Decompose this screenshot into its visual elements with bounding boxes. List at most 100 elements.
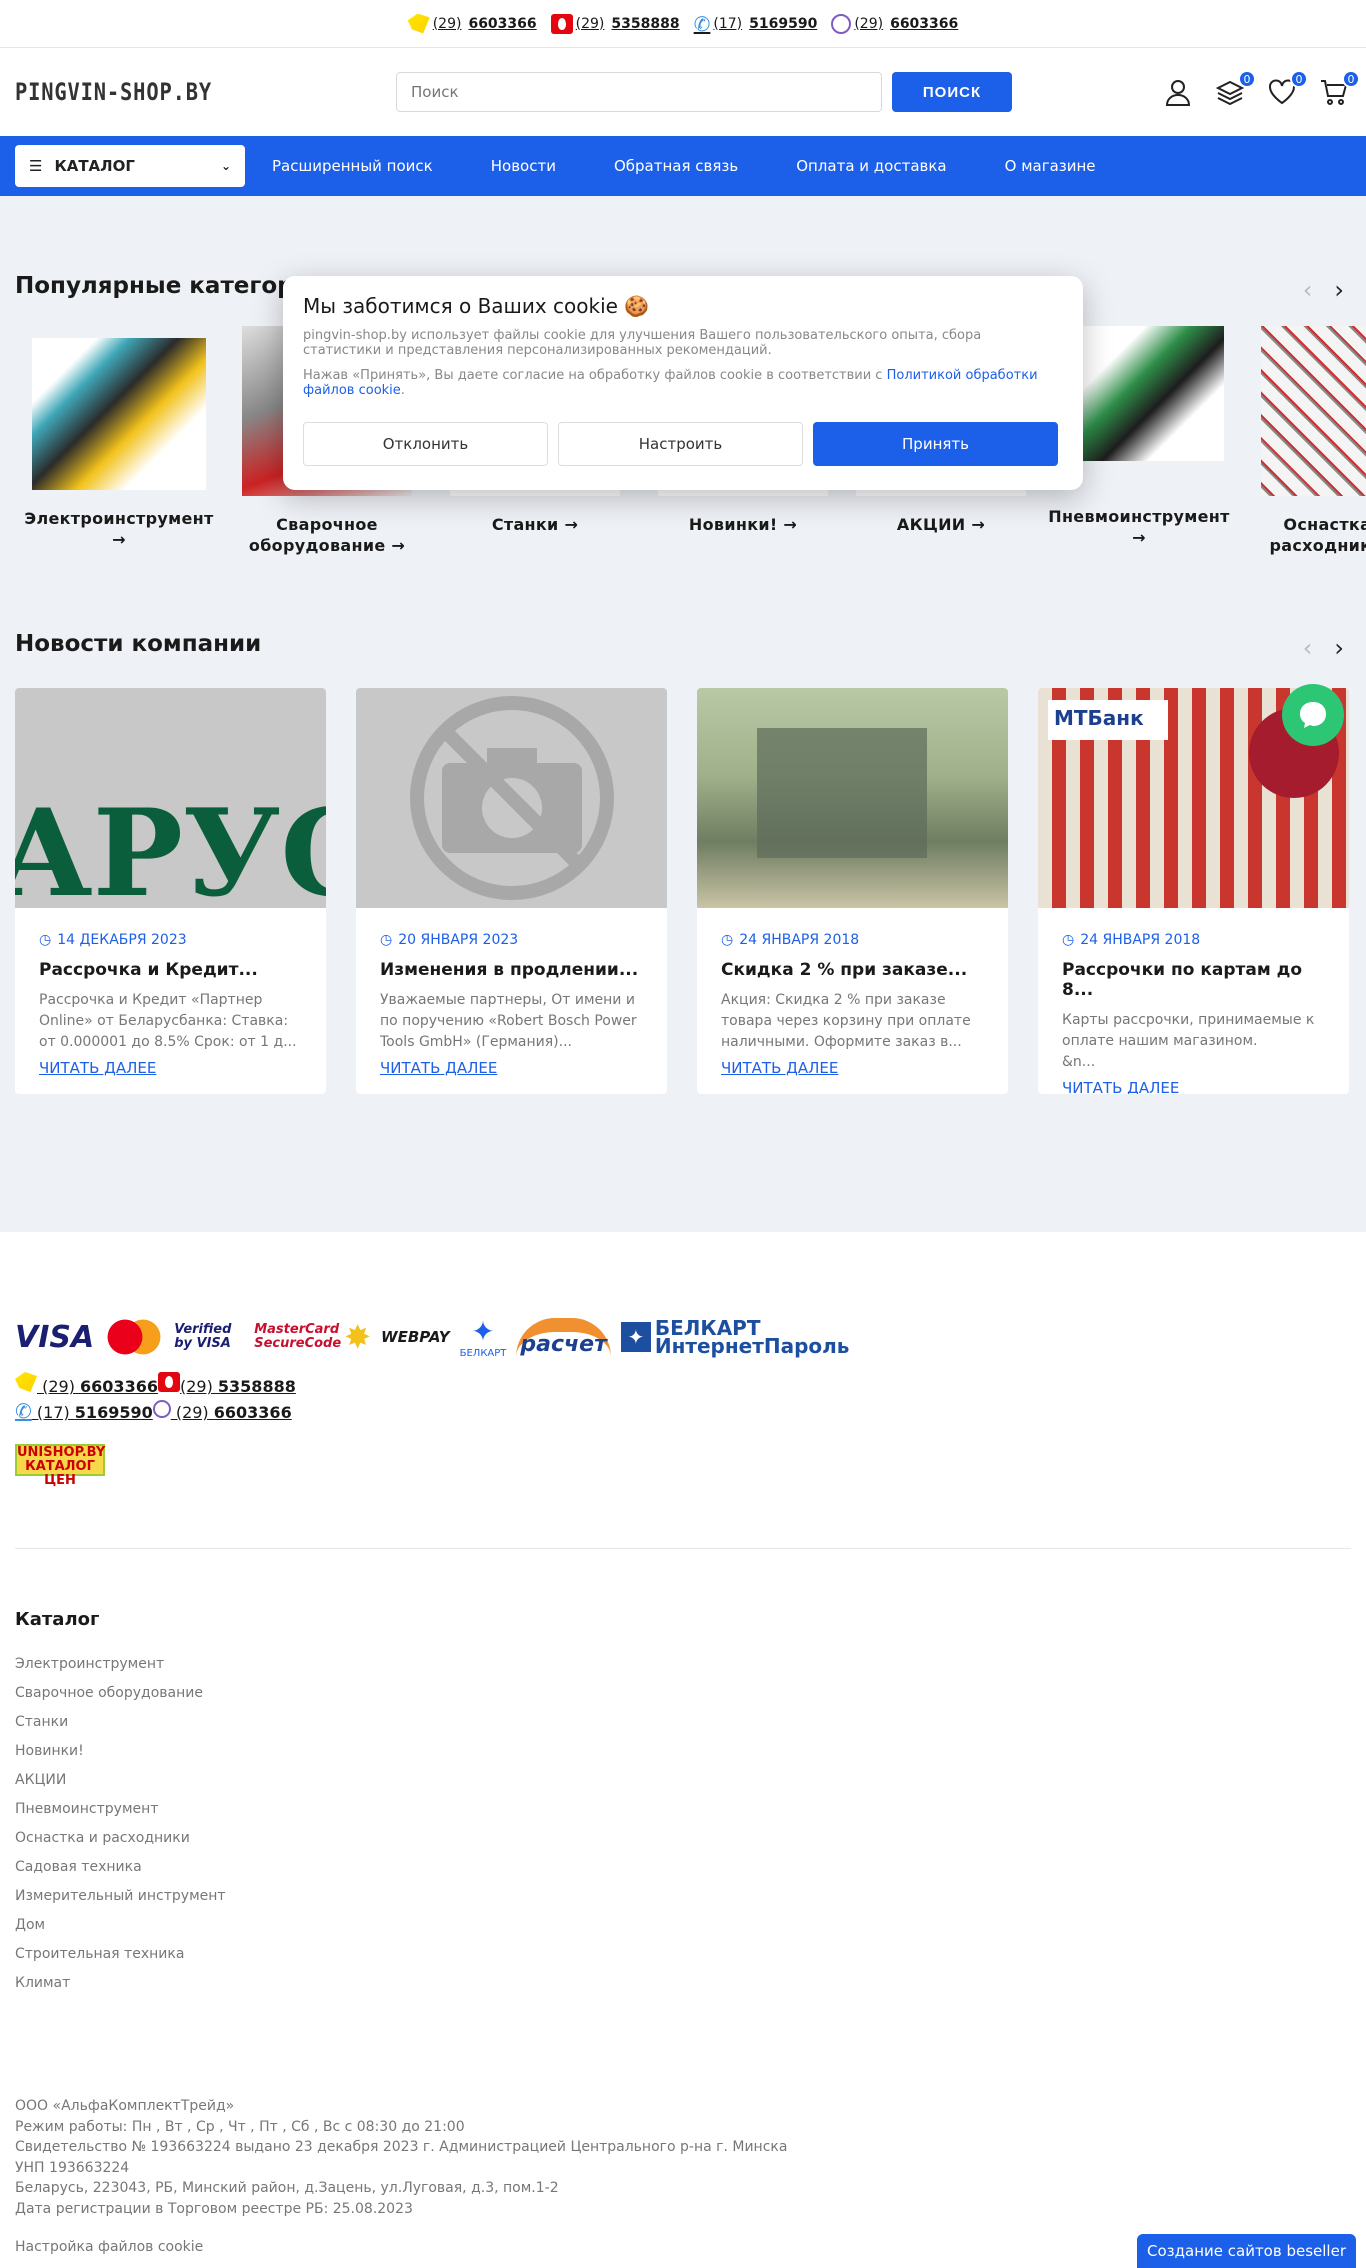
top-phone-bar: (29) 6603366 (29) 5358888 ✆ (17) 5169590 (29…: [0, 0, 1366, 48]
heart-icon[interactable]: 0: [1268, 70, 1308, 106]
cookie-dialog: Мы заботимся о Ваших cookie 🍪 pingvin-sh…: [283, 276, 1083, 490]
arrow-right-icon: →: [783, 515, 798, 534]
catalog-button[interactable]: ☰ КАТАЛОГ ⌄: [15, 145, 245, 187]
news-card-desc: Рассрочка и Кредит «Партнер Online» от Б…: [39, 992, 297, 1050]
news-card[interactable]: ◷ 20 ЯНВАРЯ 2023 Изменения в продлении...…: [356, 688, 667, 1094]
clock-icon: ◷: [1062, 932, 1075, 948]
footer-phone-mts[interactable]: (29) 5358888: [180, 1377, 296, 1396]
compare-badge: 0: [1238, 70, 1256, 88]
arrow-right-icon: →: [564, 515, 579, 534]
category-card[interactable]: Оснастка и расходники →: [1243, 326, 1366, 556]
settings-button[interactable]: Настроить: [558, 422, 803, 466]
news-card-desc: Карты рассрочки, принимаемые к оплате на…: [1062, 1012, 1319, 1070]
accept-button[interactable]: Принять: [813, 422, 1058, 466]
chevron-left-icon[interactable]: ‹: [1303, 634, 1313, 662]
footer-phone-viber[interactable]: (29) 6603366: [171, 1403, 292, 1422]
payment-logos: VISA Verified by VISA MasterCard SecureC…: [15, 1312, 1351, 1362]
compare-icon[interactable]: 0: [1215, 70, 1256, 106]
user-icon[interactable]: [1164, 78, 1192, 106]
footer-catalog-link[interactable]: Оснастка и расходники: [15, 1824, 1351, 1853]
mts-icon: [550, 13, 573, 34]
clock-icon: ◷: [380, 932, 393, 948]
viber-icon: [152, 1400, 171, 1418]
footer-catalog-link[interactable]: Пневмоинструмент: [15, 1795, 1351, 1824]
chevron-right-icon[interactable]: ›: [1334, 276, 1344, 304]
decline-button[interactable]: Отклонить: [303, 422, 548, 466]
content-area: Популярные категории ‹ › Электроинструме…: [0, 196, 1366, 1232]
news-card-title[interactable]: Изменения в продлении...: [380, 960, 643, 980]
arrow-right-icon: →: [391, 536, 406, 555]
securecode-logo: MasterCard SecureCode: [254, 1322, 342, 1351]
site-logo[interactable]: PINGVIN-SHOP.BY: [15, 78, 326, 106]
belkart-internetparol-logo: ✦ БЕЛКАРТ ИнтернетПароль: [620, 1318, 849, 1356]
phone-icon: ✆: [693, 11, 711, 36]
news-card-title[interactable]: Рассрочка и Кредит...: [39, 960, 302, 980]
chat-button[interactable]: [1282, 684, 1344, 746]
read-more-link[interactable]: ЧИТАТЬ ДАЛЕЕ: [1062, 1079, 1325, 1094]
phone-mts[interactable]: (29) 5358888: [550, 13, 680, 34]
nav-feedback[interactable]: Обратная связь: [614, 157, 738, 175]
unishop-badge[interactable]: UNISHOP.BY КАТАЛОГ ЦЕН: [15, 1444, 105, 1488]
footer-phones: (29) 6603366 (29) 5358888 ✆ (17) 5169590 …: [15, 1372, 1351, 1426]
mtbank-logo-image: МТБанк: [1048, 700, 1168, 740]
phone-landline[interactable]: ✆ (17) 5169590: [694, 14, 818, 34]
footer-catalog-link[interactable]: Сварочное оборудование: [15, 1679, 1351, 1708]
chevron-left-icon[interactable]: ‹: [1303, 276, 1313, 304]
site-header: PINGVIN-SHOP.BY ПОИСК 0 0 0: [0, 48, 1366, 136]
chat-icon: [1300, 702, 1326, 728]
cookie-title: Мы заботимся о Ваших cookie 🍪: [303, 294, 650, 318]
footer-catalog-link[interactable]: Станки: [15, 1708, 1351, 1737]
news-title: Новости компании: [15, 631, 262, 657]
chevron-right-icon[interactable]: ›: [1334, 634, 1344, 662]
read-more-link[interactable]: ЧИТАТЬ ДАЛЕЕ: [721, 1059, 984, 1077]
mts-icon: [157, 1372, 180, 1392]
raschet-logo: расчет: [516, 1317, 611, 1357]
webpay-sun-icon: ✸: [344, 1318, 372, 1356]
footer-catalog-link[interactable]: Дом: [15, 1911, 1351, 1940]
phone-a1[interactable]: (29) 6603366: [407, 13, 537, 34]
arrow-right-icon: →: [971, 515, 986, 534]
footer-catalog-link[interactable]: Новинки!: [15, 1737, 1351, 1766]
nav-about[interactable]: О магазине: [1005, 157, 1096, 175]
footer-catalog-link[interactable]: Электроинструмент: [15, 1650, 1351, 1679]
popular-title: Популярные категории: [15, 273, 326, 299]
popular-arrows: ‹ ›: [1303, 276, 1344, 304]
header-icons: 0 0 0: [1164, 70, 1360, 106]
nav-delivery[interactable]: Оплата и доставка: [796, 157, 946, 175]
footer-catalog-link[interactable]: Строительная техника: [15, 1940, 1351, 1969]
footer-catalog-link[interactable]: Садовая техника: [15, 1853, 1351, 1882]
search-button[interactable]: ПОИСК: [892, 72, 1012, 112]
search-form: ПОИСК: [396, 72, 1012, 112]
viber-icon: [831, 13, 852, 34]
footer-phone-a1[interactable]: (29) 6603366: [37, 1377, 158, 1396]
nav-advanced-search[interactable]: Расширенный поиск: [272, 157, 433, 175]
news-image: [356, 688, 667, 908]
news-card[interactable]: ◷ 24 ЯНВАРЯ 2018 Скидка 2 % при заказе...…: [697, 688, 1008, 1094]
news-card-title[interactable]: Рассрочки по картам до 8...: [1062, 960, 1325, 1000]
webpay-logo: WEBPAY: [381, 1328, 450, 1346]
a1-icon: [407, 13, 430, 34]
footer-catalog-link[interactable]: Климат: [15, 1969, 1351, 1998]
banknote-building-image: [757, 728, 927, 858]
read-more-link[interactable]: ЧИТАТЬ ДАЛЕЕ: [39, 1059, 302, 1077]
arrow-right-icon: →: [112, 530, 126, 549]
footer-catalog-link[interactable]: Измерительный инструмент: [15, 1882, 1351, 1911]
belarusbank-logo-image: АРУСБ: [15, 783, 326, 908]
search-input[interactable]: [396, 72, 882, 112]
beseller-badge[interactable]: Создание сайтов beseller: [1137, 2234, 1356, 2268]
footer-catalog-link[interactable]: АКЦИИ: [15, 1766, 1351, 1795]
news-card-title[interactable]: Скидка 2 % при заказе...: [721, 960, 984, 980]
a1-icon: [15, 1372, 37, 1392]
news-card[interactable]: МТБанк ◷ 24 ЯНВАРЯ 2018 Рассрочки по карт…: [1038, 688, 1349, 1094]
news-card-desc: Акция: Скидка 2 % при заказе товара чере…: [721, 992, 971, 1050]
footer-phone-landline[interactable]: (17) 5169590: [32, 1403, 153, 1422]
news-card[interactable]: АРУСБ ◷14 ДЕКАБРЯ 2023 Рассрочка и Креди…: [15, 688, 326, 1094]
news-list: АРУСБ ◷14 ДЕКАБРЯ 2023 Рассрочка и Креди…: [15, 688, 1349, 1094]
chevron-down-icon: ⌄: [220, 159, 231, 173]
category-card[interactable]: Электроинструмент →: [15, 326, 223, 556]
cart-icon[interactable]: 0: [1320, 70, 1360, 106]
nav-links: Расширенный поиск Новости Обратная связь…: [272, 157, 1096, 175]
nav-news[interactable]: Новости: [491, 157, 556, 175]
phone-viber[interactable]: (29) 6603366: [831, 13, 958, 34]
read-more-link[interactable]: ЧИТАТЬ ДАЛЕЕ: [380, 1059, 643, 1077]
